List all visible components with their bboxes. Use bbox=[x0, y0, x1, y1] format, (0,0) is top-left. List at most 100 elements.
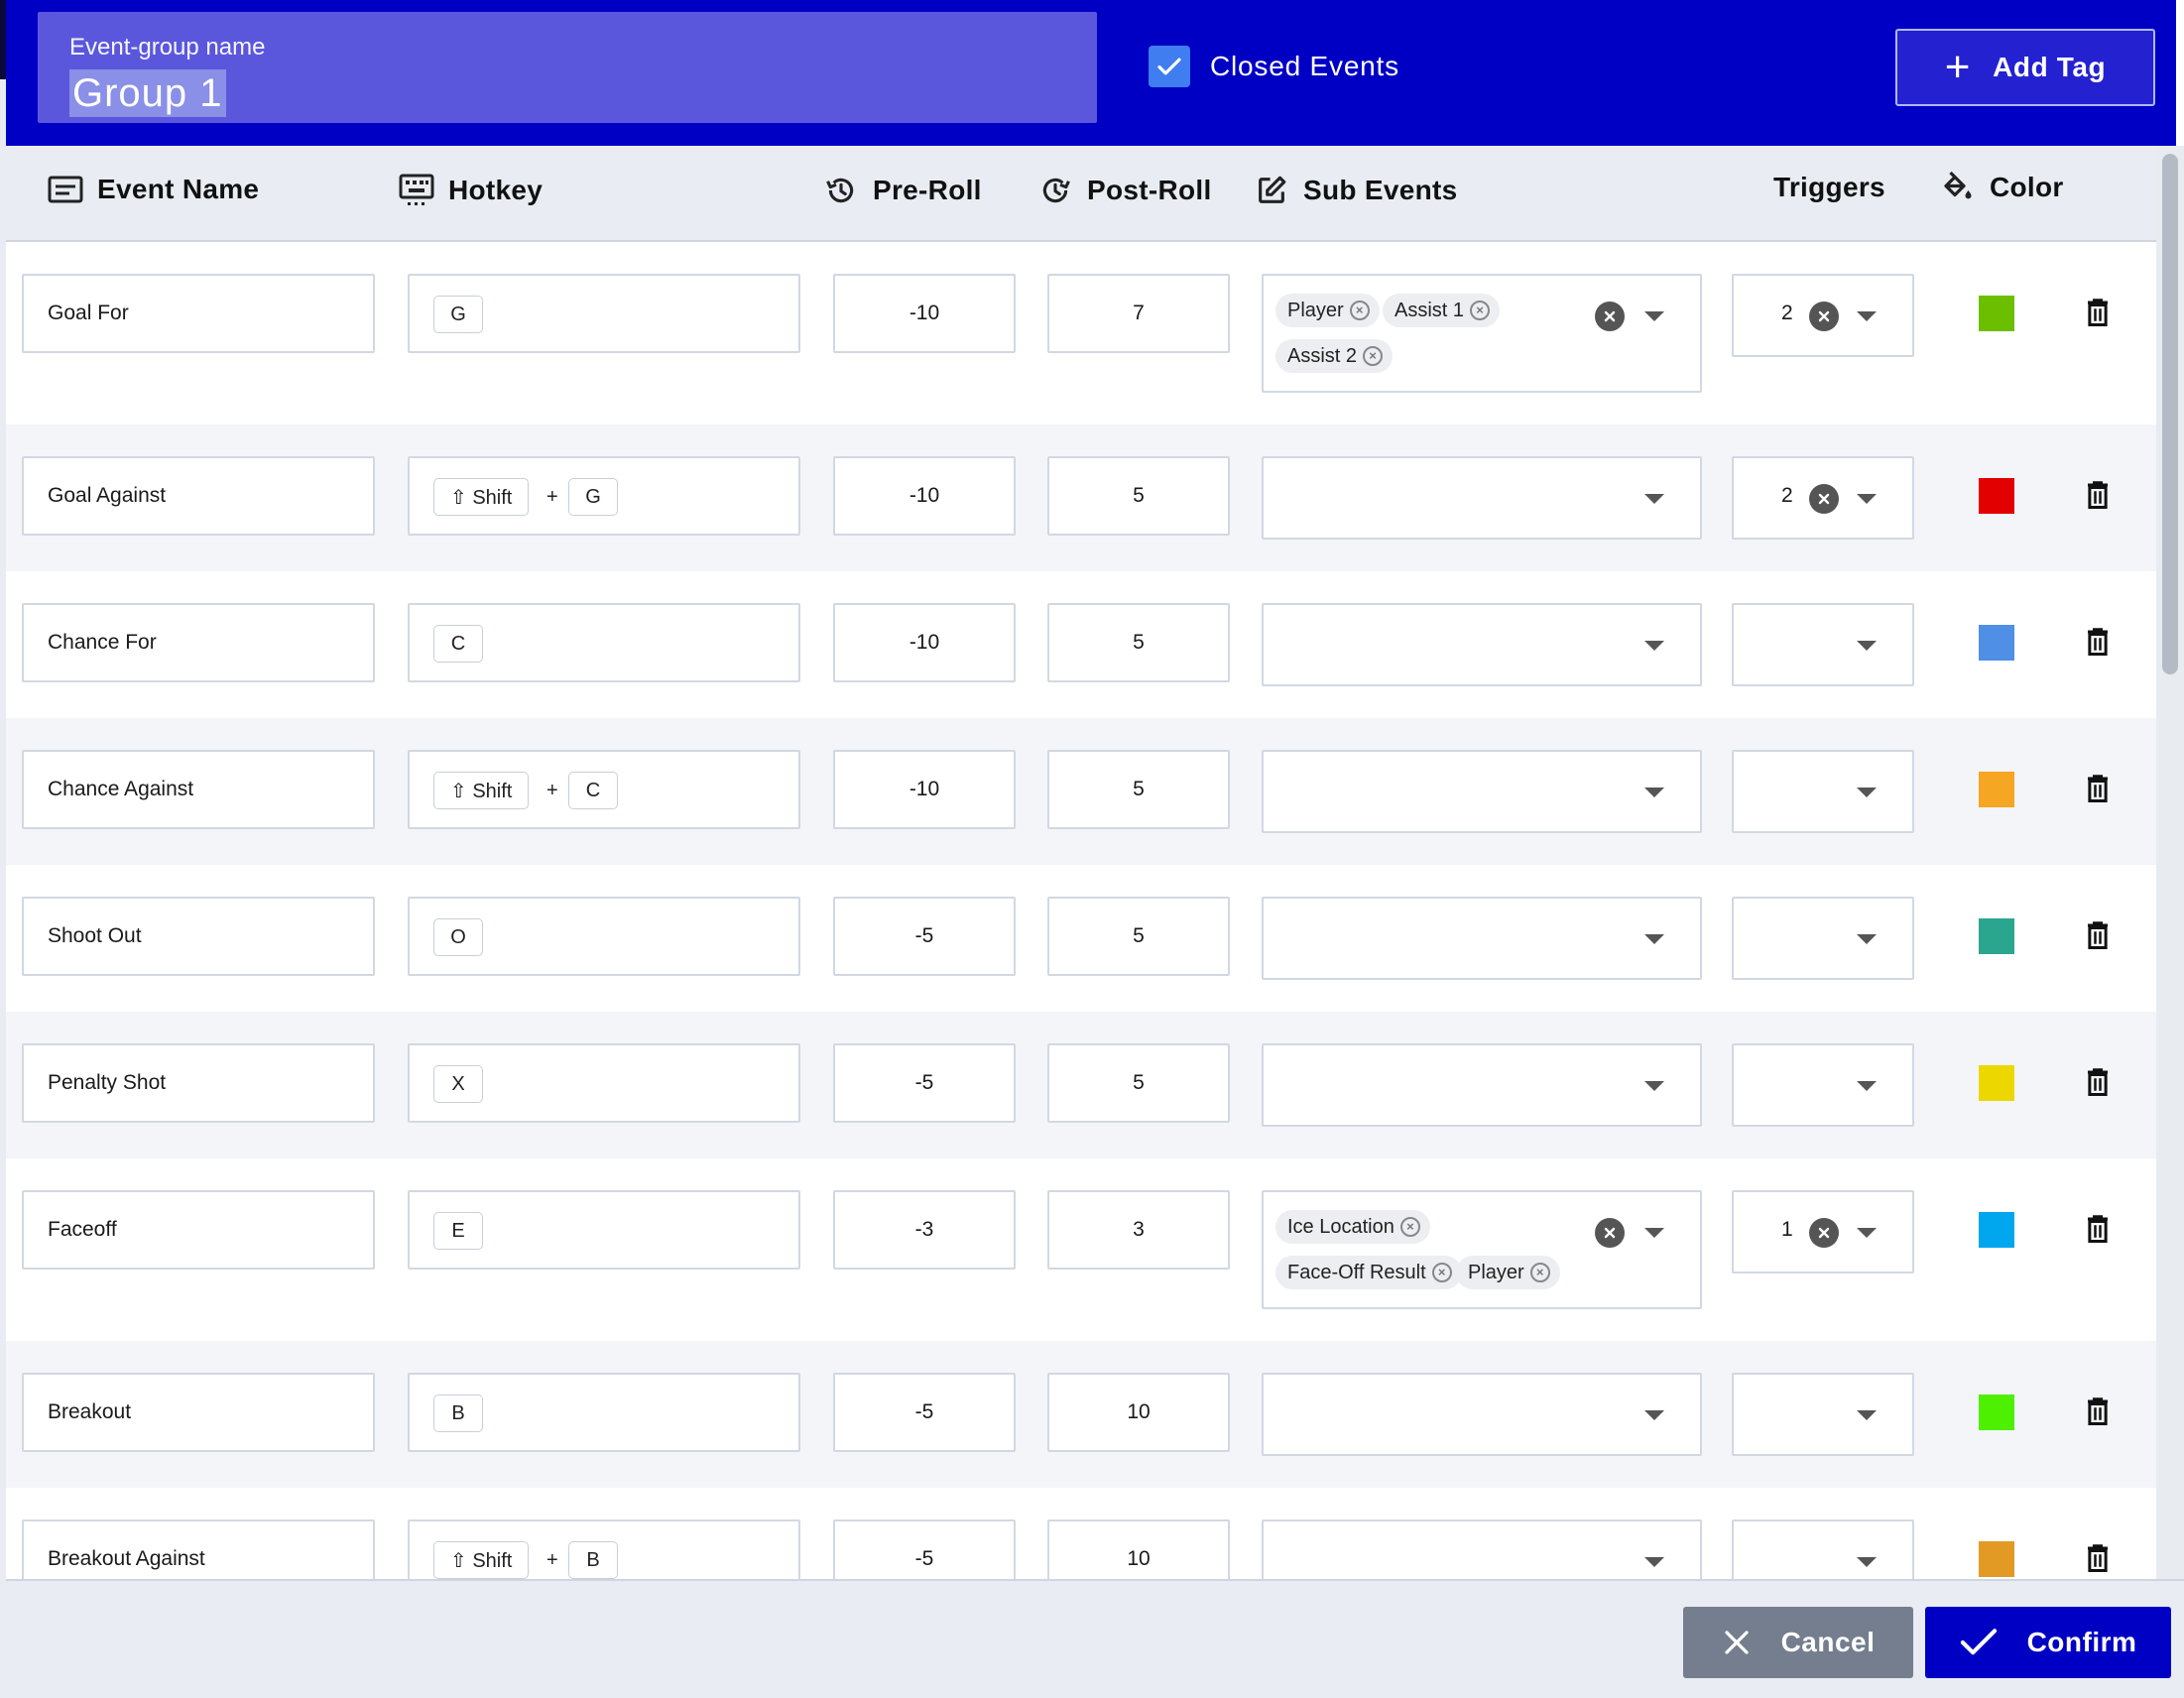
pre-roll-input[interactable]: -5 bbox=[833, 1373, 1016, 1452]
triggers-select[interactable] bbox=[1732, 603, 1914, 686]
chevron-down-icon[interactable] bbox=[1644, 1410, 1664, 1420]
sub-event-chip[interactable]: Player × bbox=[1275, 294, 1380, 327]
post-roll-input[interactable]: 5 bbox=[1047, 750, 1230, 829]
chevron-down-icon[interactable] bbox=[1644, 494, 1664, 504]
event-name-input[interactable]: Faceoff bbox=[22, 1190, 375, 1270]
post-roll-input[interactable]: 10 bbox=[1047, 1373, 1230, 1452]
sub-events-select[interactable] bbox=[1262, 1519, 1702, 1579]
trash-icon[interactable] bbox=[2085, 1543, 2111, 1578]
scrollbar-thumb[interactable] bbox=[2162, 154, 2178, 674]
post-roll-input[interactable]: 3 bbox=[1047, 1190, 1230, 1270]
sub-events-select[interactable] bbox=[1262, 603, 1702, 686]
trash-icon[interactable] bbox=[2085, 1214, 2111, 1249]
sub-events-select[interactable] bbox=[1262, 750, 1702, 833]
event-name-input[interactable]: Chance Against bbox=[22, 750, 375, 829]
chevron-down-icon[interactable] bbox=[1857, 788, 1877, 797]
post-roll-input[interactable]: 5 bbox=[1047, 456, 1230, 536]
triggers-select[interactable] bbox=[1732, 897, 1914, 980]
post-roll-input[interactable]: 7 bbox=[1047, 274, 1230, 353]
hotkey-input[interactable]: X bbox=[408, 1043, 800, 1123]
clear-selection-icon[interactable] bbox=[1809, 484, 1839, 514]
chevron-down-icon[interactable] bbox=[1644, 788, 1664, 797]
cancel-button[interactable]: Cancel bbox=[1683, 1607, 1913, 1678]
hotkey-input[interactable]: G bbox=[408, 274, 800, 353]
chevron-down-icon[interactable] bbox=[1644, 1081, 1664, 1091]
group-name-field[interactable]: Event-group name Group 1 bbox=[38, 12, 1097, 123]
event-name-input[interactable]: Chance For bbox=[22, 603, 375, 682]
sub-events-select[interactable]: Player × Assist 1 × Assist 2 × bbox=[1262, 274, 1702, 393]
clear-selection-icon[interactable] bbox=[1809, 1218, 1839, 1248]
color-swatch[interactable] bbox=[1979, 1541, 2014, 1577]
closed-events-checkbox[interactable] bbox=[1149, 46, 1190, 87]
hotkey-input[interactable]: O bbox=[408, 897, 800, 976]
hotkey-input[interactable]: E bbox=[408, 1190, 800, 1270]
pre-roll-input[interactable]: -5 bbox=[833, 1043, 1016, 1123]
chevron-down-icon[interactable] bbox=[1857, 934, 1877, 944]
sub-event-chip[interactable]: Assist 2 × bbox=[1275, 339, 1394, 373]
pre-roll-input[interactable]: -10 bbox=[833, 456, 1016, 536]
pre-roll-input[interactable]: -5 bbox=[833, 1519, 1016, 1579]
sub-events-select[interactable] bbox=[1262, 1043, 1702, 1127]
color-swatch[interactable] bbox=[1979, 1065, 2014, 1101]
sub-event-chip[interactable]: Face-Off Result × bbox=[1275, 1256, 1462, 1289]
post-roll-input[interactable]: 5 bbox=[1047, 603, 1230, 682]
chevron-down-icon[interactable] bbox=[1857, 311, 1877, 321]
color-swatch[interactable] bbox=[1979, 625, 2014, 661]
chevron-down-icon[interactable] bbox=[1644, 641, 1664, 651]
sub-event-chip[interactable]: Assist 1 × bbox=[1383, 294, 1501, 327]
sub-events-select[interactable] bbox=[1262, 1373, 1702, 1456]
sub-events-select[interactable] bbox=[1262, 456, 1702, 540]
pre-roll-input[interactable]: -10 bbox=[833, 750, 1016, 829]
chevron-down-icon[interactable] bbox=[1857, 641, 1877, 651]
sub-events-select[interactable]: Ice Location × Face-Off Result × Player × bbox=[1262, 1190, 1702, 1309]
chip-remove-icon[interactable]: × bbox=[1349, 301, 1370, 320]
color-swatch[interactable] bbox=[1979, 296, 2014, 331]
chevron-down-icon[interactable] bbox=[1857, 1410, 1877, 1420]
sub-event-chip[interactable]: Player × bbox=[1456, 1256, 1560, 1289]
chip-remove-icon[interactable]: × bbox=[1363, 346, 1384, 366]
chevron-down-icon[interactable] bbox=[1857, 1081, 1877, 1091]
hotkey-input[interactable]: B bbox=[408, 1373, 800, 1452]
triggers-select[interactable] bbox=[1732, 750, 1914, 833]
chip-remove-icon[interactable]: × bbox=[1431, 1263, 1452, 1282]
event-name-input[interactable]: Breakout bbox=[22, 1373, 375, 1452]
color-swatch[interactable] bbox=[1979, 1395, 2014, 1430]
chevron-down-icon[interactable] bbox=[1857, 494, 1877, 504]
trash-icon[interactable] bbox=[2085, 1396, 2111, 1431]
chevron-down-icon[interactable] bbox=[1644, 1228, 1664, 1238]
event-name-input[interactable]: Shoot Out bbox=[22, 897, 375, 976]
chevron-down-icon[interactable] bbox=[1857, 1557, 1877, 1567]
trash-icon[interactable] bbox=[2085, 1067, 2111, 1102]
chevron-down-icon[interactable] bbox=[1644, 1557, 1664, 1567]
trash-icon[interactable] bbox=[2085, 774, 2111, 808]
event-name-input[interactable]: Goal Against bbox=[22, 456, 375, 536]
group-name-input[interactable]: Group 1 bbox=[69, 69, 226, 117]
pre-roll-input[interactable]: -3 bbox=[833, 1190, 1016, 1270]
confirm-button[interactable]: Confirm bbox=[1925, 1607, 2171, 1678]
add-tag-button[interactable]: + Add Tag bbox=[1895, 29, 2155, 106]
triggers-select[interactable] bbox=[1732, 1043, 1914, 1127]
hotkey-input[interactable]: ⇧ Shift + B bbox=[408, 1519, 800, 1579]
triggers-select[interactable] bbox=[1732, 1373, 1914, 1456]
clear-selection-icon[interactable] bbox=[1595, 302, 1625, 331]
triggers-select[interactable]: 1 bbox=[1732, 1190, 1914, 1274]
triggers-select[interactable]: 2 bbox=[1732, 456, 1914, 540]
triggers-select[interactable]: 2 bbox=[1732, 274, 1914, 357]
post-roll-input[interactable]: 5 bbox=[1047, 1043, 1230, 1123]
color-swatch[interactable] bbox=[1979, 1212, 2014, 1248]
color-swatch[interactable] bbox=[1979, 478, 2014, 514]
trash-icon[interactable] bbox=[2085, 480, 2111, 515]
trash-icon[interactable] bbox=[2085, 627, 2111, 662]
hotkey-input[interactable]: ⇧ Shift + C bbox=[408, 750, 800, 829]
sub-event-chip[interactable]: Ice Location × bbox=[1275, 1210, 1430, 1244]
triggers-select[interactable] bbox=[1732, 1519, 1914, 1579]
clear-selection-icon[interactable] bbox=[1595, 1218, 1625, 1248]
chevron-down-icon[interactable] bbox=[1857, 1228, 1877, 1238]
trash-icon[interactable] bbox=[2085, 920, 2111, 955]
clear-selection-icon[interactable] bbox=[1809, 302, 1839, 331]
closed-events-toggle[interactable]: Closed Events bbox=[1149, 46, 1399, 87]
event-name-input[interactable]: Goal For bbox=[22, 274, 375, 353]
pre-roll-input[interactable]: -5 bbox=[833, 897, 1016, 976]
event-name-input[interactable]: Breakout Against bbox=[22, 1519, 375, 1579]
trash-icon[interactable] bbox=[2085, 298, 2111, 332]
